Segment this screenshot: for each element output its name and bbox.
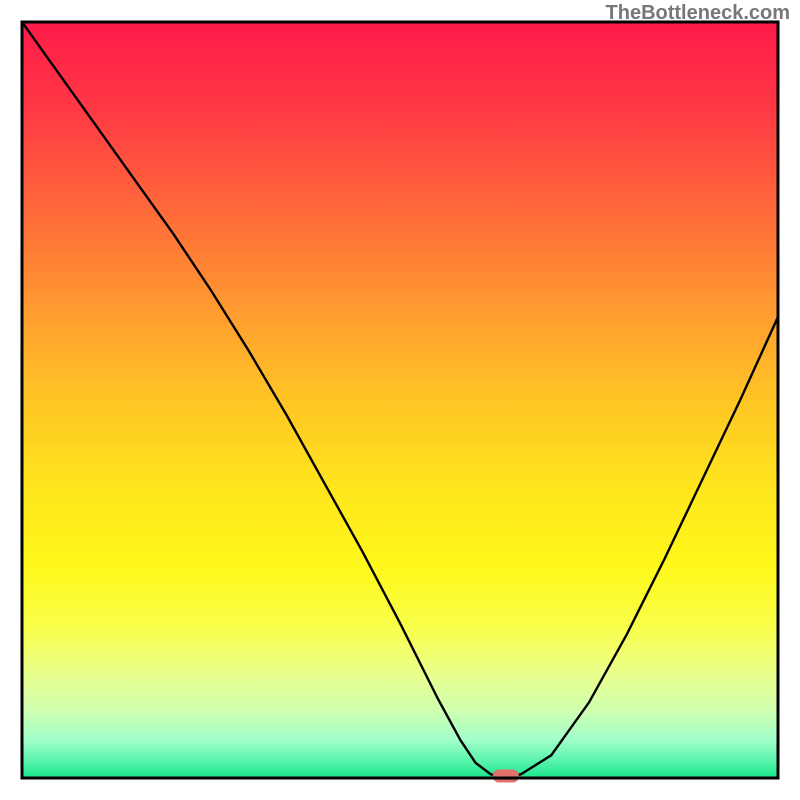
optimal-point-marker — [493, 770, 519, 783]
bottleneck-chart — [0, 0, 800, 800]
plot-background — [22, 22, 778, 778]
chart-container: TheBottleneck.com — [0, 0, 800, 800]
watermark-label: TheBottleneck.com — [606, 2, 790, 25]
